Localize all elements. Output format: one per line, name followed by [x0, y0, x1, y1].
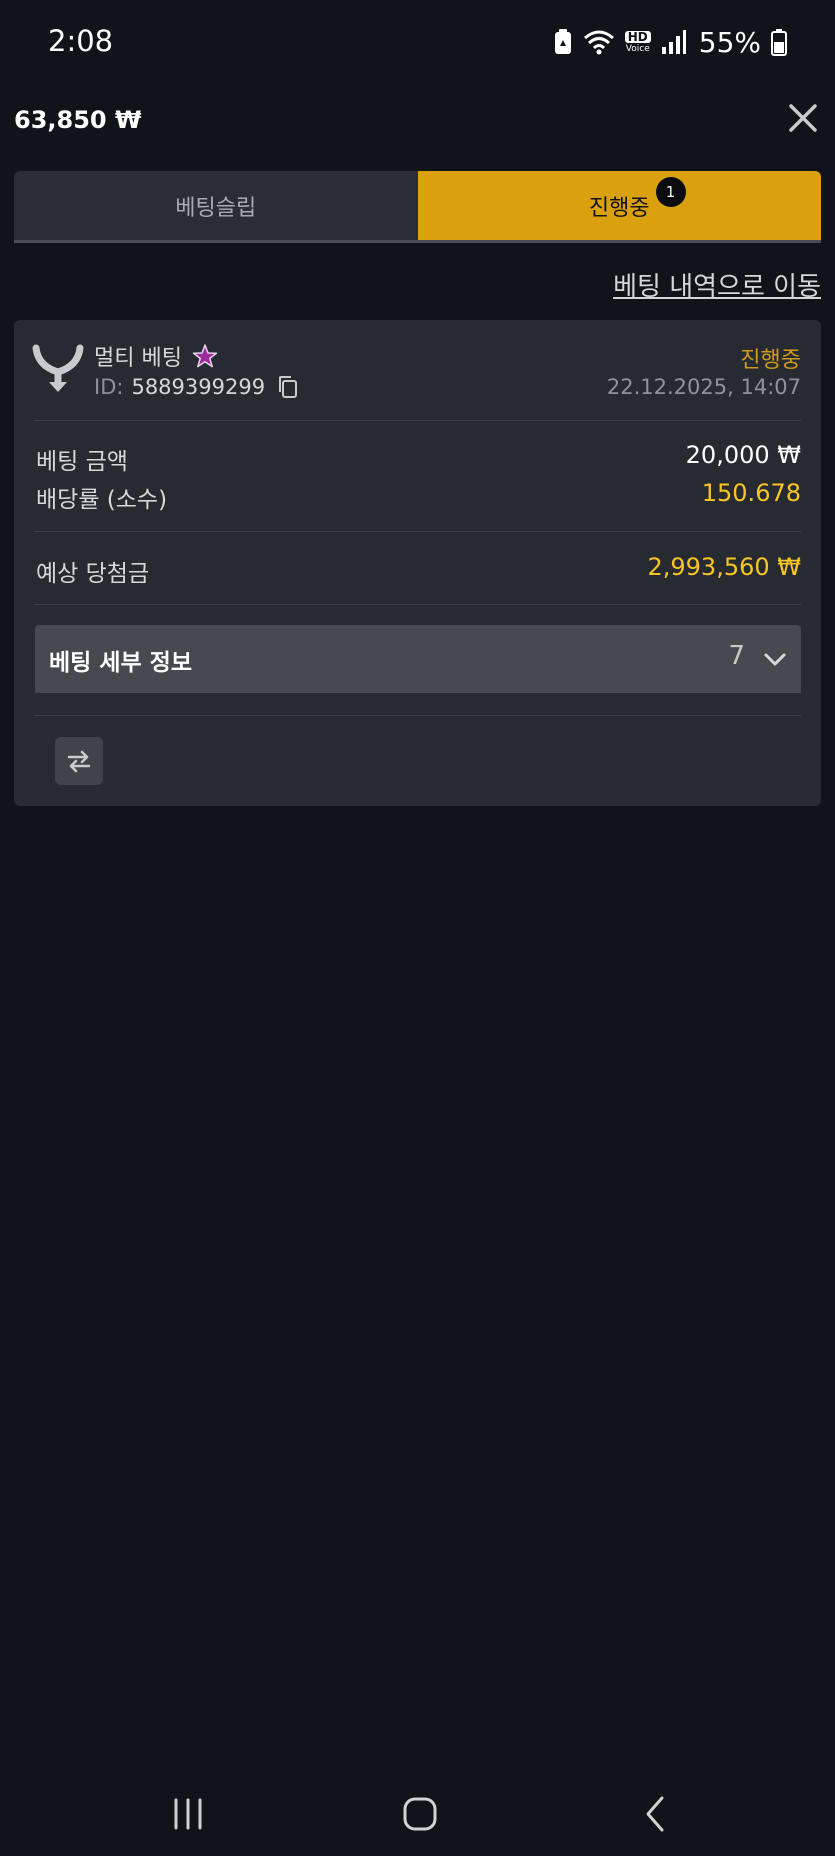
copy-icon[interactable]	[277, 375, 299, 399]
tab-label: 베팅슬립	[175, 195, 257, 221]
divider	[34, 715, 801, 716]
system-nav-bar	[0, 1770, 835, 1856]
signal-icon	[661, 30, 686, 54]
wifi-icon	[583, 30, 614, 55]
header: 63,850 ₩	[0, 96, 835, 148]
back-icon[interactable]	[632, 1790, 680, 1838]
home-icon[interactable]	[396, 1790, 444, 1838]
bet-card: 멀티 베팅 ID: 5889399299 진행중 22.12.2025, 14:…	[14, 320, 821, 806]
tab-bar: 베팅슬립 진행중 1	[14, 171, 821, 243]
swap-icon	[67, 750, 91, 773]
repeat-bet-button[interactable]	[55, 737, 103, 785]
bet-card-header: 멀티 베팅 ID: 5889399299 진행중 22.12.2025, 14:…	[14, 320, 821, 420]
multi-bet-icon	[32, 344, 84, 392]
divider	[34, 604, 801, 605]
bet-details-title: 베팅 세부 정보	[49, 650, 192, 676]
tab-betslip[interactable]: 베팅슬립	[14, 171, 418, 240]
bet-details-count: 7	[728, 641, 745, 671]
divider	[34, 420, 801, 421]
status-icons: HD Voice 55%	[553, 24, 787, 60]
status-time: 2:08	[48, 24, 114, 58]
recent-apps-icon[interactable]	[164, 1790, 212, 1838]
bet-id: ID: 5889399299	[94, 375, 299, 399]
payout-label: 예상 당첨금	[36, 561, 150, 587]
battery-icon	[771, 29, 787, 56]
bet-history-link[interactable]: 베팅 내역으로 이동	[613, 266, 821, 303]
divider	[34, 531, 801, 532]
stake-value: 20,000 ₩	[685, 441, 801, 469]
star-icon	[192, 344, 218, 368]
payout-value: 2,993,560 ₩	[647, 553, 801, 581]
battery-percent: 55%	[698, 25, 761, 59]
tab-in-progress[interactable]: 진행중 1	[417, 171, 821, 240]
bet-id-value: 5889399299	[131, 375, 266, 399]
bet-type: 멀티 베팅	[94, 340, 218, 372]
bet-type-label: 멀티 베팅	[94, 346, 182, 371]
bet-status: 진행중	[740, 348, 801, 373]
bet-date: 22.12.2025, 14:07	[606, 375, 801, 399]
close-icon[interactable]	[785, 100, 821, 136]
tab-label: 진행중	[588, 195, 650, 221]
bet-id-label: ID:	[94, 375, 124, 399]
status-bar: 2:08 HD Voice 55%	[0, 0, 835, 86]
hd-voice-icon: HD Voice	[624, 29, 651, 54]
odds-label: 배당률 (소수)	[36, 487, 168, 513]
battery-saver-icon	[554, 29, 571, 54]
odds-value: 150.678	[701, 479, 801, 507]
stake-label: 베팅 금액	[36, 449, 128, 475]
chevron-down-icon	[764, 653, 786, 666]
balance: 63,850 ₩	[14, 106, 142, 134]
tab-badge: 1	[655, 177, 686, 207]
bet-details-toggle[interactable]: 베팅 세부 정보 7	[35, 625, 801, 693]
